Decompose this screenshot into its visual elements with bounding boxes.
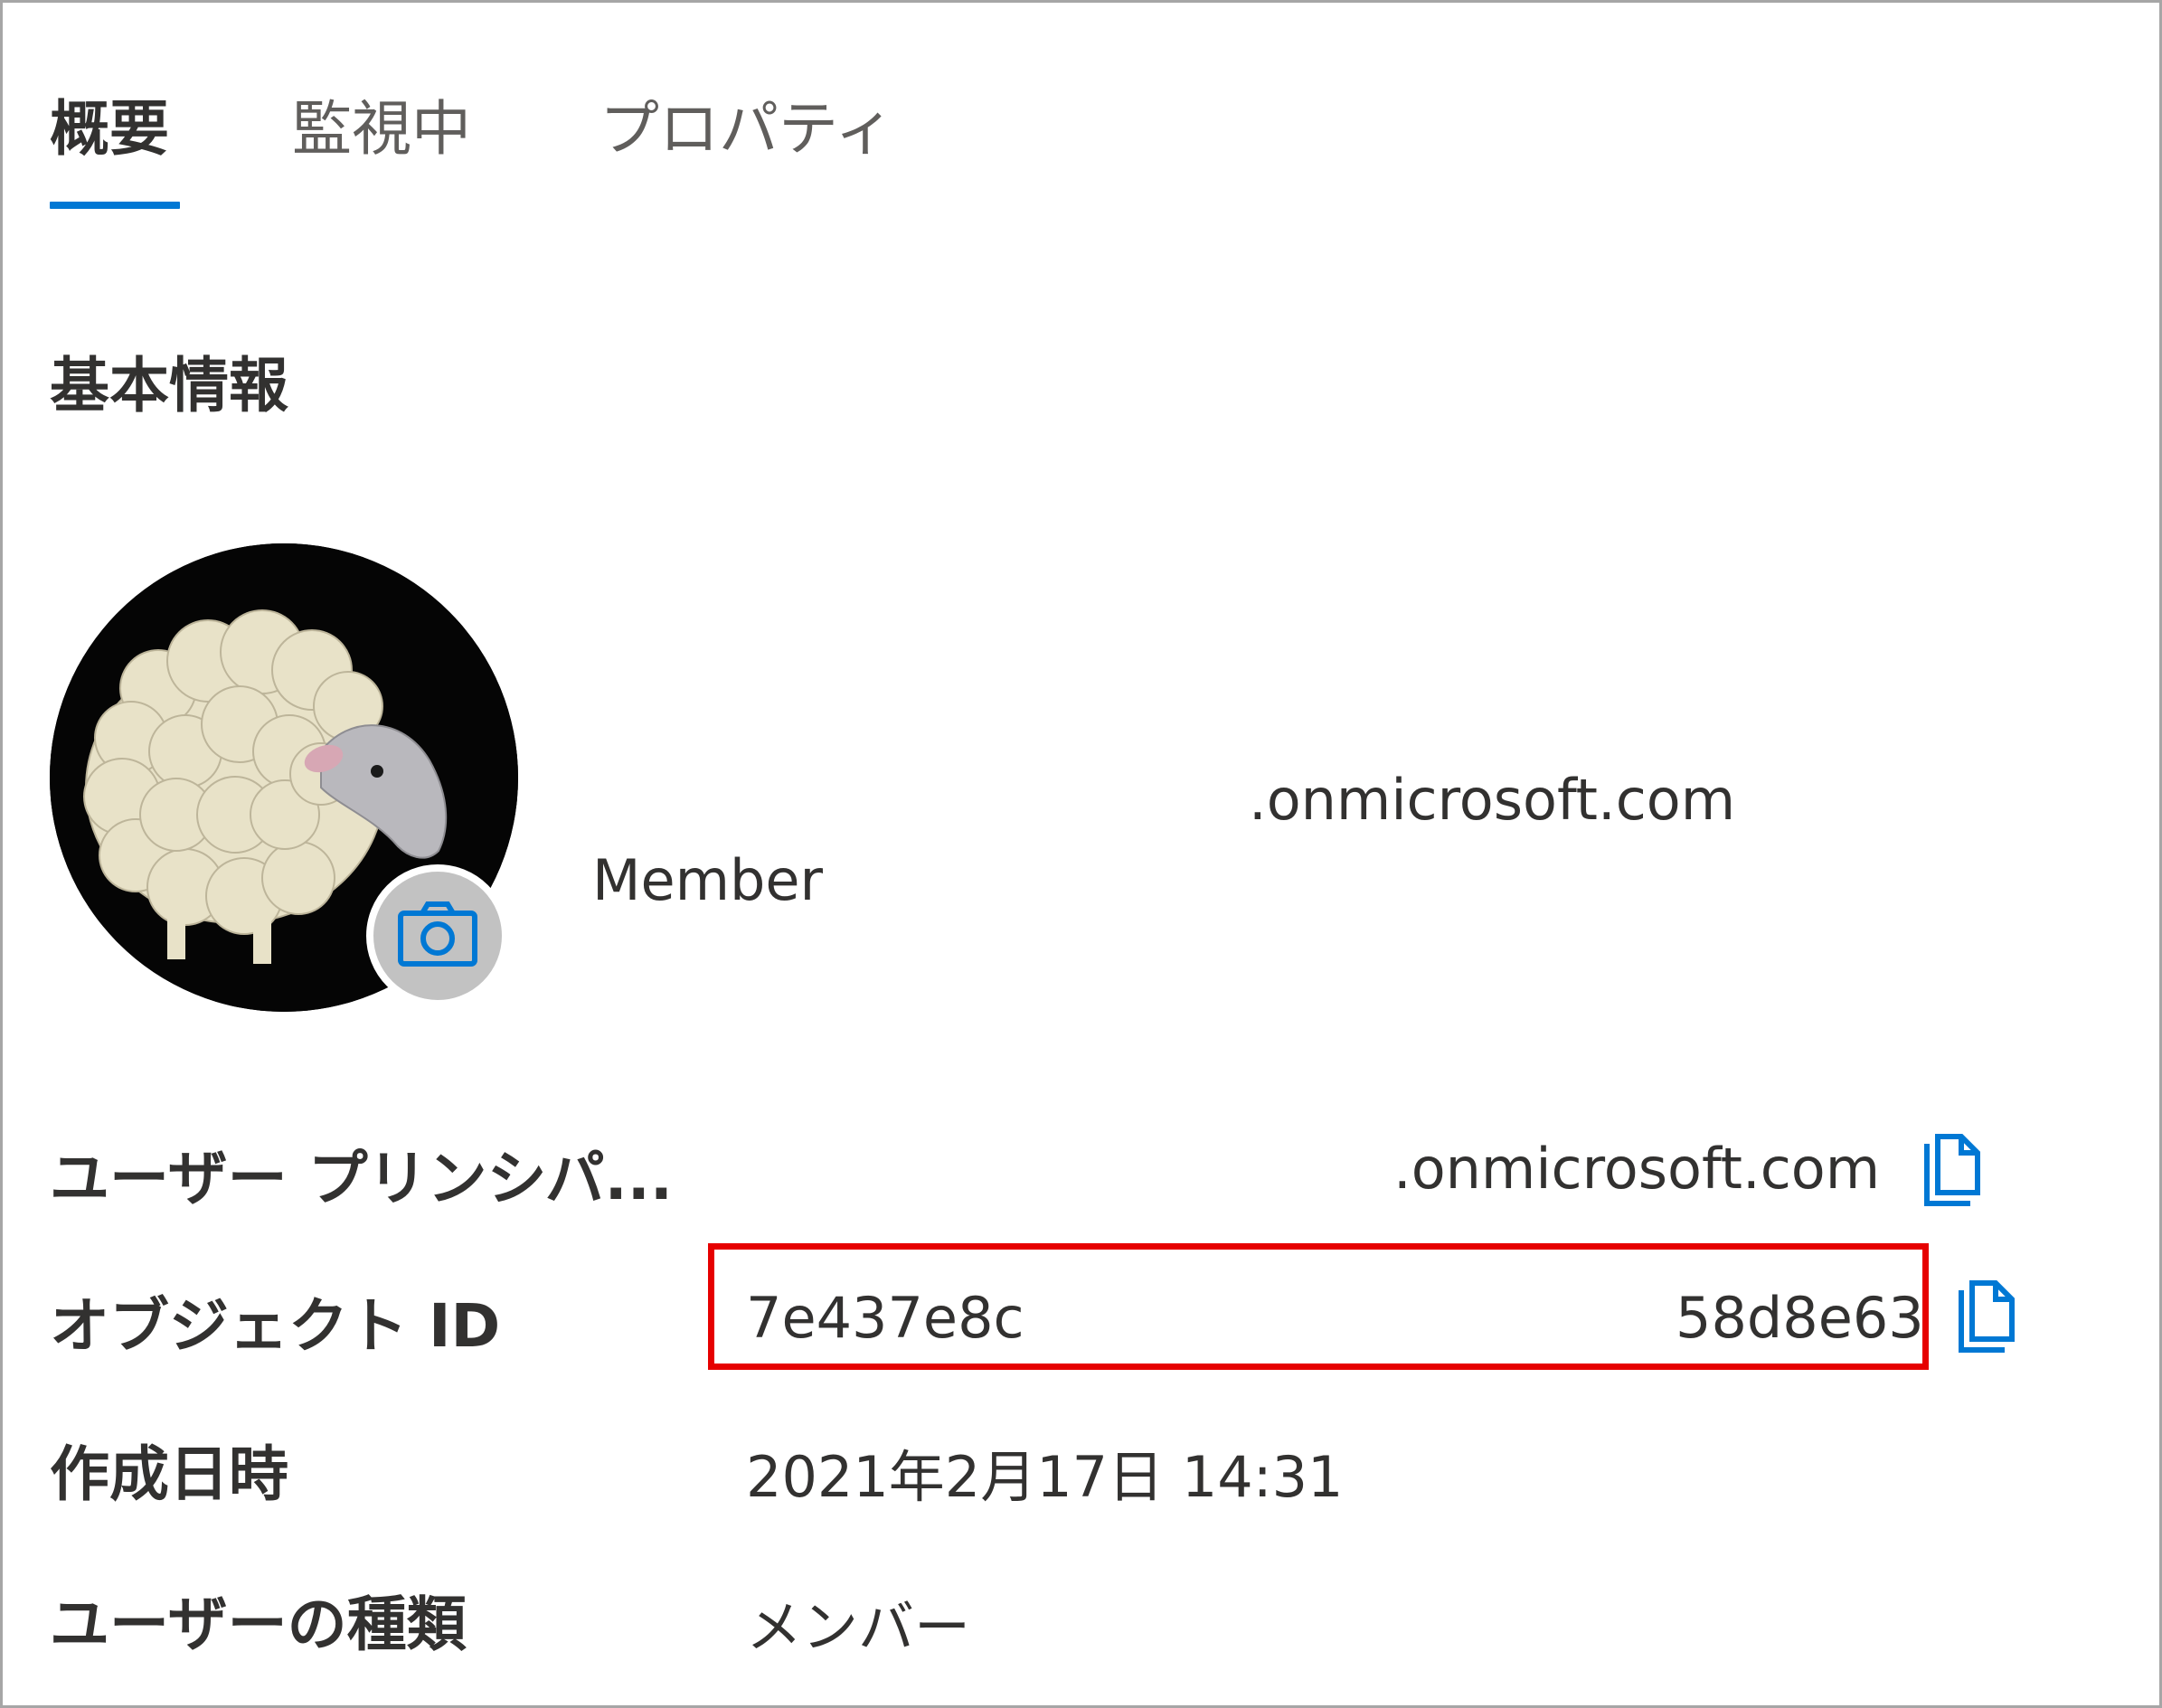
tab-overview[interactable]: 概要 [50,86,169,212]
copy-object-id-icon[interactable] [1952,1279,2019,1355]
change-photo-button[interactable] [366,864,509,1007]
profile-member-label: Member [592,847,824,913]
copy-upn-icon[interactable] [1918,1133,1985,1209]
created-label: 作成日時 [50,1439,288,1509]
active-tab-indicator [50,202,180,209]
user-type-label: ユーザーの種類 [50,1590,467,1659]
object-id-label: オブジェクト ID [50,1291,501,1361]
section-heading-basic-info: 基本情報 [50,351,288,420]
object-id-value-end: 58d8e63 [1676,1285,1924,1351]
profile-upn-text: .onmicrosoft.com [1249,767,1736,833]
upn-label: ユーザー プリンシパ... [50,1144,673,1213]
created-value: 2021年2月17日 14:31 [746,1444,1344,1510]
camera-icon [398,901,477,967]
tab-monitoring[interactable]: 監視中 [292,86,471,212]
user-overview-panel: 概要 監視中 プロパティ 基本情報 .onmicrosoft.com Membe… [0,0,2162,1708]
object-id-value-start: 7e437e8c [746,1285,1024,1351]
tab-properties[interactable]: プロパティ [600,86,894,212]
upn-value: .onmicrosoft.com [1393,1136,1881,1202]
user-type-value: メンバー [746,1594,971,1660]
